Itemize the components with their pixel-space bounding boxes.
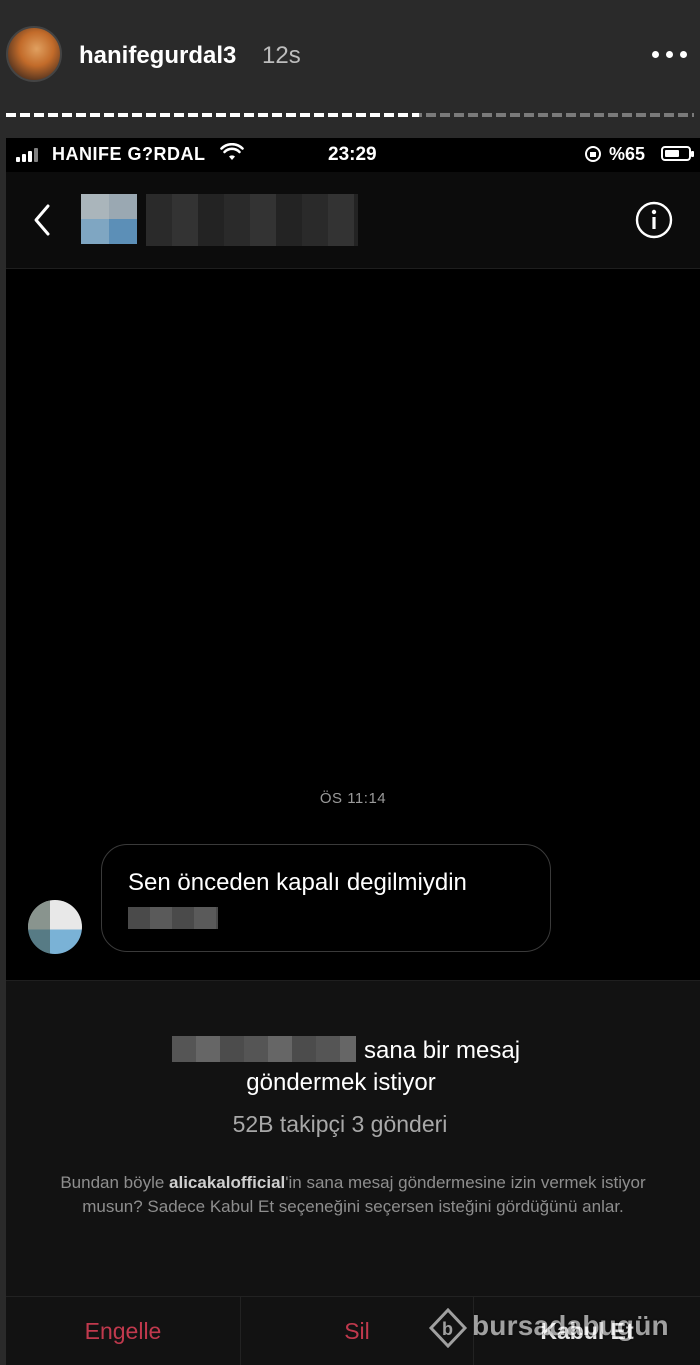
requester-stats: 52B takipçi 3 gönderi [232, 1111, 448, 1137]
story-time: 12s [262, 42, 301, 69]
contact-avatar-censored[interactable] [81, 194, 137, 244]
message-bubble[interactable]: Sen önceden kapalı degilmiydin [101, 844, 551, 952]
story-username[interactable]: hanifegurdal3 [79, 42, 236, 70]
desc-before: Bundan böyle [60, 1173, 170, 1192]
status-time: 23:29 [328, 144, 377, 165]
watermark: b bursadabugün [420, 1300, 700, 1360]
requester-name-censored [172, 1036, 356, 1062]
message-censored-text [128, 907, 218, 929]
rotation-lock-icon [585, 146, 601, 162]
story-progress-bar [6, 113, 694, 117]
contact-name-censored[interactable] [146, 194, 358, 246]
block-button[interactable]: Engelle [6, 1297, 240, 1365]
sender-avatar[interactable] [28, 900, 82, 954]
request-title-line1: sana bir mesaj [364, 1037, 521, 1064]
dm-request-screenshot: HANIFE G?RDAL 23:29 %65 ÖS 11:14 Sen önc… [6, 138, 700, 1365]
status-bar: HANIFE G?RDAL 23:29 %65 [6, 138, 700, 172]
battery-icon [661, 146, 694, 161]
carrier-name: HANIFE G?RDAL [52, 144, 206, 164]
info-icon[interactable] [634, 200, 674, 240]
wifi-icon [220, 143, 244, 160]
back-arrow-icon[interactable] [28, 202, 56, 238]
desc-username[interactable]: alicakalofficial [169, 1173, 285, 1192]
signal-icon [16, 148, 40, 162]
request-title-line2: göndermek istiyor [246, 1069, 436, 1096]
battery-percentage: %65 [609, 144, 646, 164]
story-header: hanifegurdal3 12s [0, 0, 700, 117]
watermark-text: bursadabugün [472, 1310, 669, 1341]
chat-header [6, 172, 700, 269]
message-text: Sen önceden kapalı degilmiydin [128, 869, 467, 896]
message-timestamp: ÖS 11:14 [319, 790, 387, 807]
svg-text:b: b [442, 1319, 453, 1339]
more-horizontal-icon[interactable] [648, 38, 692, 70]
story-avatar[interactable] [6, 26, 62, 82]
watermark-logo-icon: b [428, 1308, 468, 1348]
request-description: Bundan böyle alicakalofficial'in sana me… [46, 1171, 660, 1219]
